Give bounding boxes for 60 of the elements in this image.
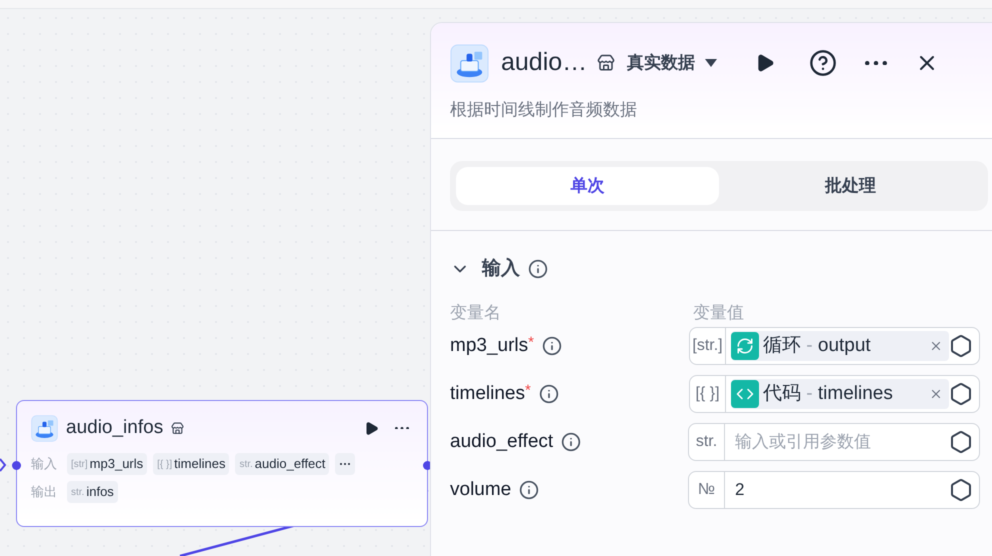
play-icon [364, 420, 379, 436]
help-icon[interactable] [809, 49, 838, 77]
reference-chip[interactable]: 代码 - timelines [731, 379, 949, 409]
input-field[interactable]: 2 [735, 477, 949, 503]
node-title: audio_infos [66, 416, 164, 440]
info-icon [561, 432, 582, 452]
input-tag: str.audio_effect [235, 453, 330, 475]
more-button[interactable] [865, 60, 888, 66]
store-icon [171, 422, 184, 434]
required-mark: * [524, 380, 531, 401]
type-label: [{ }] [690, 376, 726, 412]
reference-chip[interactable]: 循环 - output [731, 331, 949, 361]
type-label: № [689, 472, 725, 508]
plugin-icon [31, 414, 58, 442]
tab[interactable]: 批处理 [719, 167, 982, 205]
loop-icon [731, 332, 759, 360]
input-port[interactable] [12, 461, 21, 470]
value-field[interactable]: [{ }] 代码 - timelines [689, 375, 980, 413]
input-tag: [str]mp3_urls [67, 453, 148, 475]
param-name: timelines [450, 382, 525, 406]
variable-icon[interactable] [949, 382, 973, 406]
input-field[interactable]: 输入或引用参数值 [735, 429, 949, 455]
value-field[interactable]: № 2 [688, 471, 980, 509]
required-mark: * [528, 332, 534, 353]
more-icon [865, 60, 888, 66]
clear-icon[interactable] [929, 339, 943, 353]
panel-title: audio… [501, 47, 588, 78]
caret-icon [705, 58, 718, 68]
type-label: str. [689, 424, 725, 460]
column-header: 变量名 [450, 302, 502, 324]
info-icon [528, 259, 548, 279]
value-field[interactable]: str. 输入或引用参数值 [688, 423, 980, 461]
param-name: mp3_urls [450, 334, 528, 358]
outputs-label: 输出 [31, 483, 58, 502]
store-icon [597, 54, 616, 72]
code-icon [731, 380, 759, 408]
variable-icon[interactable] [949, 430, 973, 454]
more-icon [395, 426, 409, 430]
info-icon [538, 384, 559, 404]
more-inputs-button[interactable] [335, 453, 356, 475]
param-name: volume [450, 478, 512, 502]
plugin-icon [450, 44, 489, 82]
reference-text: 代码 - timelines [763, 382, 894, 406]
info-icon [542, 336, 562, 356]
variable-icon[interactable] [949, 334, 973, 358]
reference-text: 循环 - output [763, 334, 872, 358]
panel-description: 根据时间线制作音频数据 [450, 99, 638, 121]
param-name: audio_effect [450, 430, 554, 454]
value-field[interactable]: [str.] 循环 - output [689, 327, 980, 365]
output-tag: str.infos [67, 481, 118, 503]
info-icon [519, 480, 540, 500]
inputs-label: 输入 [31, 455, 58, 474]
tab[interactable]: 单次 [456, 167, 719, 205]
column-header: 变量值 [693, 302, 744, 324]
variable-icon[interactable] [949, 478, 973, 502]
section-title: 输入 [482, 256, 520, 281]
data-mode-dropdown[interactable]: 真实数据 [627, 50, 718, 76]
clear-icon[interactable] [929, 387, 943, 401]
type-label: [str.] [690, 328, 726, 364]
input-tag: [{ }]timelines [153, 453, 230, 475]
